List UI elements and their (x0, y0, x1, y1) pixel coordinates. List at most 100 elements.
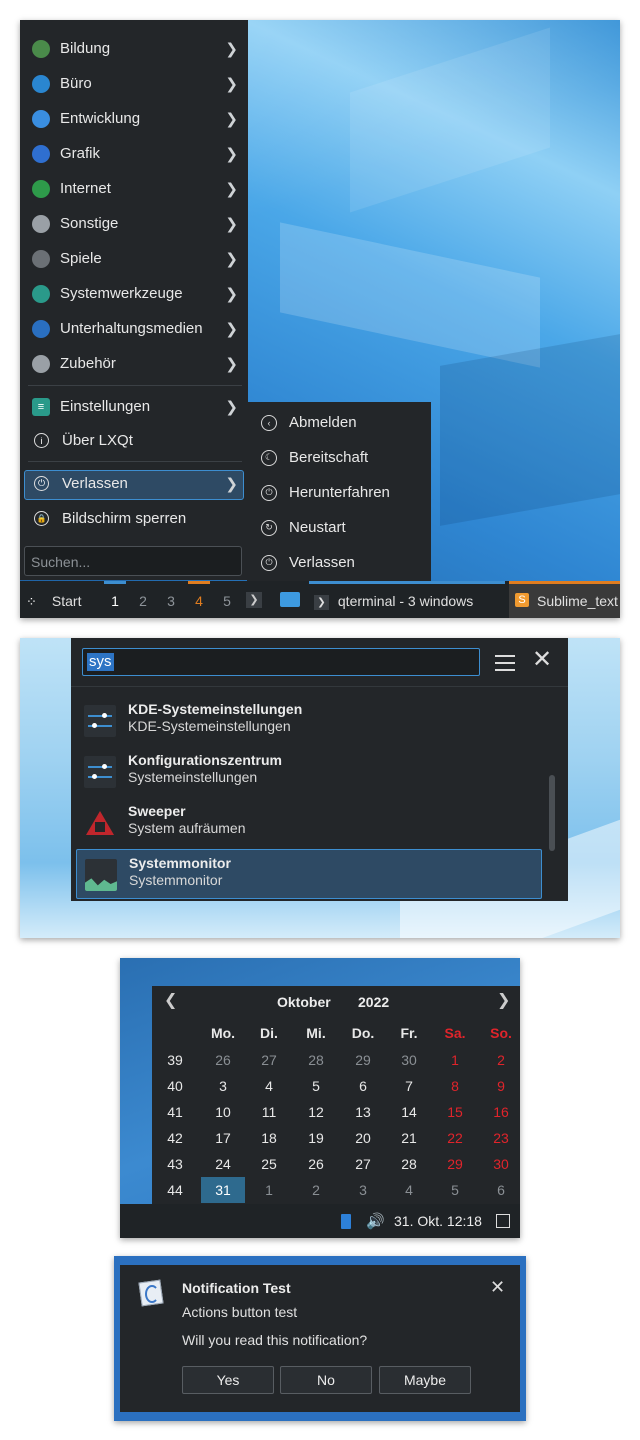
calendar-day[interactable]: 28 (294, 1047, 338, 1073)
calendar-year[interactable]: 2022 (358, 994, 389, 1010)
workspace-button[interactable]: 5 (216, 581, 238, 618)
calendar-day[interactable]: 19 (294, 1125, 338, 1151)
calendar-day[interactable]: 8 (433, 1073, 477, 1099)
menu-category-entwicklung[interactable]: Entwicklung ❯ (20, 102, 248, 135)
menu-item-label: Sonstige (60, 215, 119, 232)
calendar-day[interactable]: 24 (201, 1151, 245, 1177)
task-sublime[interactable]: S Sublime_text (509, 581, 620, 618)
menu-category-unterhaltungsmedien[interactable]: Unterhaltungsmedien ❯ (20, 312, 248, 345)
menu-category-bildung[interactable]: Bildung ❯ (20, 32, 248, 65)
show-desktop-icon[interactable] (496, 1214, 510, 1228)
calendar-day[interactable]: 17 (201, 1125, 245, 1151)
calendar-day[interactable]: 29 (433, 1151, 477, 1177)
calendar-day[interactable]: 2 (294, 1177, 338, 1203)
submenu-item[interactable]: ⏻ Herunterfahren (247, 475, 431, 510)
search-result[interactable]: Systemmonitor Systemmonitor (76, 849, 542, 899)
search-result[interactable]: Sweeper System aufräumen (76, 798, 542, 848)
calendar-day[interactable]: 4 (387, 1177, 431, 1203)
calendar-day[interactable]: 25 (247, 1151, 291, 1177)
calendar-day[interactable]: 4 (247, 1073, 291, 1099)
calendar-day[interactable]: 7 (387, 1073, 431, 1099)
workspace-button[interactable]: 4 (188, 581, 210, 618)
calendar-day[interactable]: 20 (341, 1125, 385, 1151)
menu-separator (28, 461, 242, 462)
calendar-day[interactable]: 9 (479, 1073, 520, 1099)
calendar-day[interactable]: 11 (247, 1099, 291, 1125)
calendar-day[interactable]: 26 (201, 1047, 245, 1073)
close-icon[interactable]: ✕ (532, 648, 554, 672)
close-icon[interactable]: ✕ (490, 1277, 505, 1298)
folder-icon[interactable] (280, 592, 300, 607)
menu-category-internet[interactable]: Internet ❯ (20, 172, 248, 205)
search-result[interactable]: Konfigurationszentrum Systemeinstellungen (76, 747, 542, 797)
calendar-day[interactable]: 3 (201, 1073, 245, 1099)
calendar-day[interactable]: 22 (433, 1125, 477, 1151)
calendar-day[interactable]: 5 (433, 1177, 477, 1203)
menu-search-input[interactable]: Suchen... (24, 546, 242, 576)
task-qterminal[interactable]: ❯ qterminal - 3 windows (314, 581, 504, 618)
calendar-day[interactable]: 5 (294, 1073, 338, 1099)
submenu-item[interactable]: ⏻ Verlassen (247, 545, 431, 580)
calendar-day[interactable]: 6 (479, 1177, 520, 1203)
calendar-day[interactable]: 29 (341, 1047, 385, 1073)
start-label: Start (51, 593, 82, 609)
show-more-icon[interactable]: ❯ (246, 592, 262, 608)
menu-category-sonstige[interactable]: Sonstige ❯ (20, 207, 248, 240)
calendar-day[interactable]: 14 (387, 1099, 431, 1125)
calendar-day[interactable]: 1 (247, 1177, 291, 1203)
maybe-button[interactable]: Maybe (379, 1366, 471, 1394)
calendar-day[interactable]: 1 (433, 1047, 477, 1073)
calendar-day[interactable]: 27 (341, 1151, 385, 1177)
calendar-day[interactable]: 2 (479, 1047, 520, 1073)
submenu-item[interactable]: ↻ Neustart (247, 510, 431, 545)
workspace-button[interactable]: 3 (160, 581, 182, 618)
calendar-day[interactable]: 23 (479, 1125, 520, 1151)
workspace-button[interactable]: 1 (104, 581, 126, 618)
search-result[interactable]: KDE-Systemeinstellungen KDE-Systemeinstel… (76, 696, 542, 746)
prev-month-button[interactable]: ❮ (164, 990, 177, 1010)
menu-category-büro[interactable]: Büro ❯ (20, 67, 248, 100)
volume-icon[interactable]: 🔊 (366, 1212, 385, 1230)
menu-item-about[interactable]: i Über LXQt (20, 424, 248, 457)
scrollbar-thumb[interactable] (549, 775, 555, 851)
lock-icon: 🔒 (34, 511, 49, 526)
calendar-day[interactable]: 3 (341, 1177, 385, 1203)
menu-item-einstellungen[interactable]: ≡ Einstellungen ❯ (20, 390, 248, 423)
next-month-button[interactable]: ❯ (497, 990, 510, 1010)
yes-button[interactable]: Yes (182, 1366, 274, 1394)
calendar-day[interactable]: 30 (479, 1151, 520, 1177)
calendar-day[interactable]: 6 (341, 1073, 385, 1099)
menu-category-systemwerkzeuge[interactable]: Systemwerkzeuge ❯ (20, 277, 248, 310)
usb-device-icon[interactable] (341, 1214, 351, 1229)
calendar-day[interactable]: 21 (387, 1125, 431, 1151)
search-input[interactable]: sys (82, 648, 480, 676)
calendar-day-today[interactable]: 31 (201, 1177, 245, 1203)
clock[interactable]: 31. Okt. 12:18 (394, 1213, 482, 1229)
calendar-day[interactable]: 16 (479, 1099, 520, 1125)
calendar-day[interactable]: 30 (387, 1047, 431, 1073)
calendar-day[interactable]: 27 (247, 1047, 291, 1073)
calendar-day[interactable]: 15 (433, 1099, 477, 1125)
submenu-item[interactable]: ☾ Bereitschaft (247, 440, 431, 475)
calendar-day[interactable]: 18 (247, 1125, 291, 1151)
result-subtitle: System aufräumen (128, 820, 246, 836)
calendar-day[interactable]: 26 (294, 1151, 338, 1177)
no-button[interactable]: No (280, 1366, 372, 1394)
result-title: Konfigurationszentrum (128, 752, 282, 768)
menu-item-label: Über LXQt (62, 432, 133, 449)
menu-category-zubehör[interactable]: Zubehör ❯ (20, 347, 248, 380)
calendar-day[interactable]: 12 (294, 1099, 338, 1125)
submenu-item[interactable]: ‹ Abmelden (247, 405, 431, 440)
calendar-day[interactable]: 13 (341, 1099, 385, 1125)
calendar-month[interactable]: Oktober (277, 994, 331, 1010)
menu-category-spiele[interactable]: Spiele ❯ (20, 242, 248, 275)
calendar-day[interactable]: 10 (201, 1099, 245, 1125)
menu-category-grafik[interactable]: Grafik ❯ (20, 137, 248, 170)
workspace-button[interactable]: 2 (132, 581, 154, 618)
app-search-dialog: sys ✕ KDE-Systemeinstellungen KDE-Systeme… (71, 638, 568, 901)
start-button[interactable]: ⁘ Start (26, 581, 86, 618)
calendar-day[interactable]: 28 (387, 1151, 431, 1177)
menu-icon[interactable] (495, 652, 515, 672)
menu-item-lock-screen[interactable]: 🔒 Bildschirm sperren (20, 502, 248, 535)
menu-item-leave[interactable]: ⏻ Verlassen ❯ (20, 467, 248, 500)
